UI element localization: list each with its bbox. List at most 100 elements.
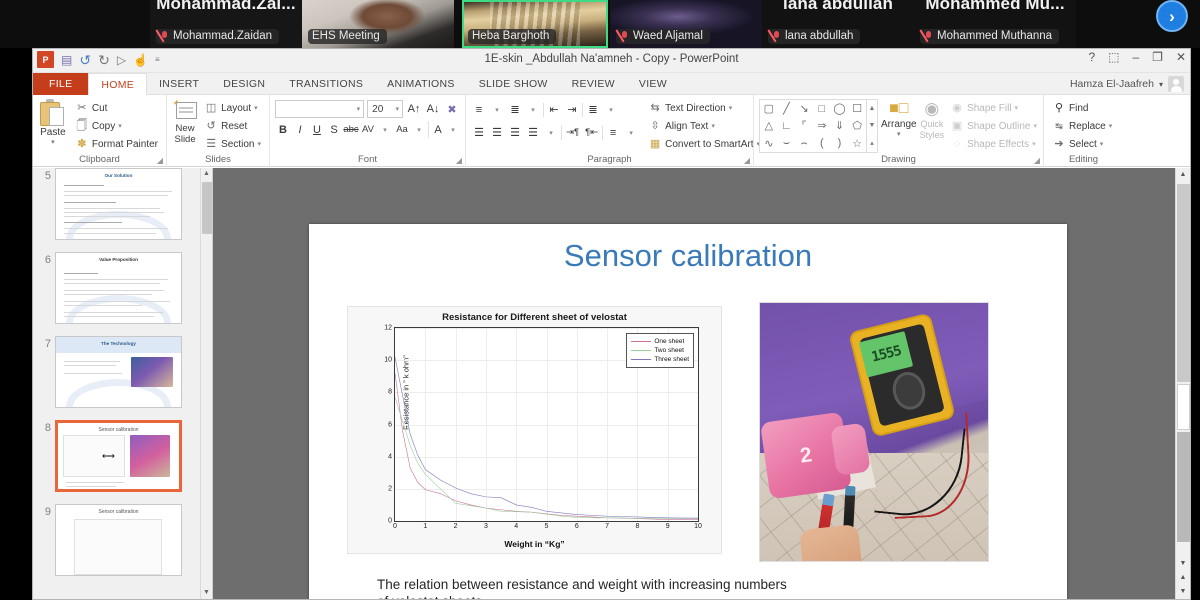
video-tile-1[interactable]: EHS Meeting <box>302 0 454 48</box>
italic-button[interactable]: I <box>292 121 308 138</box>
list-item[interactable]: 7 The Technology <box>33 330 201 414</box>
thumbnail-card[interactable]: The Technology <box>55 336 182 408</box>
bold-button[interactable]: B <box>275 121 291 138</box>
shapes-gallery[interactable]: ▢ ╱ ↘ □ ◯ ☐ △ ∟ ⌜ ⇒ ⇓ ⬠ ∿ ⌣ ⌢ () ☆ <box>759 99 867 153</box>
chevron-down-icon[interactable]: ▾ <box>118 122 122 130</box>
tab-slide-show[interactable]: SLIDE SHOW <box>467 73 560 95</box>
shape-oval-icon[interactable]: ◯ <box>833 102 845 115</box>
shape-rectangle-icon[interactable]: □ <box>818 103 825 115</box>
tab-insert[interactable]: INSERT <box>147 73 211 95</box>
scrollbar-track-lower[interactable] <box>1177 432 1190 542</box>
tab-design[interactable]: DESIGN <box>211 73 277 95</box>
chevron-down-icon[interactable]: ▾ <box>1100 140 1104 148</box>
next-participants-button[interactable]: › <box>1156 0 1188 32</box>
shape-elbow-icon[interactable]: ∟ <box>781 120 792 132</box>
align-center-button[interactable]: ☰ <box>489 124 505 141</box>
list-item[interactable]: 5 Our Solution <box>33 168 201 246</box>
tab-file[interactable]: FILE <box>33 73 89 95</box>
shape-left-brace-icon[interactable]: ( <box>820 137 824 149</box>
justify-button[interactable]: ☰ <box>525 124 541 141</box>
shape-arc-icon[interactable]: ⌣ <box>783 137 790 150</box>
scrollbar-track-upper[interactable] <box>1177 184 1190 382</box>
shape-down-arrow-icon[interactable]: ⇓ <box>835 119 844 132</box>
page-title[interactable]: Sensor calibration <box>309 238 1067 274</box>
shape-triangle-icon[interactable]: △ <box>765 119 773 132</box>
chevron-down-icon[interactable]: ▾ <box>603 101 619 118</box>
layout-button[interactable]: ◫ Layout ▾ <box>201 100 264 116</box>
tab-transitions[interactable]: TRANSITIONS <box>277 73 375 95</box>
shape-fill-button[interactable]: ◉ Shape Fill ▾ <box>947 100 1040 116</box>
decrease-font-size-button[interactable]: A↓ <box>425 101 441 118</box>
tab-view[interactable]: VIEW <box>627 73 679 95</box>
chevron-down-icon[interactable]: ▾ <box>543 124 559 141</box>
chevron-down-icon[interactable]: ▾ <box>395 105 399 113</box>
clear-formatting-button[interactable]: ✖ <box>444 101 460 118</box>
chevron-down-icon[interactable]: ▾ <box>1033 122 1037 130</box>
increase-indent-button[interactable]: ⇥ <box>564 101 580 118</box>
scroll-down-button[interactable]: ▼ <box>201 587 212 599</box>
scrollbar-thumb[interactable] <box>1177 384 1190 430</box>
reset-button[interactable]: ↺ Reset <box>201 118 264 134</box>
align-left-button[interactable]: ☰ <box>471 124 487 141</box>
cut-button[interactable]: ✂ Cut <box>72 100 161 116</box>
clipboard-dialog-launcher[interactable]: ◢ <box>157 156 163 165</box>
align-right-button[interactable]: ☰ <box>507 124 523 141</box>
help-button[interactable]: ? <box>1088 51 1095 63</box>
tab-animations[interactable]: ANIMATIONS <box>375 73 467 95</box>
chevron-down-icon[interactable]: ▾ <box>257 140 261 148</box>
video-tile-2-active-speaker[interactable]: Heba Barghoth <box>462 0 608 48</box>
numbering-button[interactable]: ≣ <box>507 101 523 118</box>
thumbnail-scrollbar[interactable]: ▲ ▼ <box>200 168 212 599</box>
select-button[interactable]: ➔ Select ▾ <box>1049 136 1118 152</box>
chevron-down-icon[interactable]: ▾ <box>445 121 461 138</box>
shape-arrow-icon[interactable]: ↘ <box>800 102 809 115</box>
restore-button[interactable]: ❐ <box>1152 51 1163 63</box>
line-spacing-button[interactable]: ≣ <box>585 101 601 118</box>
align-text-button[interactable]: ⇳ Align Text ▾ <box>645 118 763 134</box>
tab-home[interactable]: HOME <box>88 73 148 96</box>
shape-textbox-icon[interactable]: ▢ <box>764 102 774 115</box>
chevron-down-icon[interactable]: ▾ <box>411 121 427 138</box>
thumbnail-card[interactable]: Our Solution <box>55 168 182 240</box>
thumbnail-card[interactable]: Sensor calibration ⟷ <box>55 420 182 492</box>
list-item-selected[interactable]: 8 Sensor calibration ⟷ <box>33 414 201 498</box>
change-case-button[interactable]: Aa <box>394 121 410 138</box>
ltr-direction-button[interactable]: ⇥¶ <box>564 124 581 141</box>
convert-to-smartart-button[interactable]: ▦ Convert to SmartArt ▾ <box>645 136 763 152</box>
scroll-up-button[interactable]: ▲ <box>1176 168 1190 182</box>
chevron-down-icon[interactable]: ▾ <box>1109 122 1113 130</box>
columns-button[interactable]: ≡ <box>605 124 621 141</box>
slide-caption[interactable]: The relation between resistance and weig… <box>377 576 797 599</box>
list-item[interactable]: 9 Sensor calibration <box>33 498 201 582</box>
chevron-down-icon[interactable]: ▾ <box>729 104 733 112</box>
rtl-direction-button[interactable]: ¶⇤ <box>583 124 600 141</box>
strikethrough-button[interactable]: abc <box>343 121 359 138</box>
user-account-area[interactable]: Hamza El-Jaafreh ▾ <box>1070 76 1184 92</box>
bullets-button[interactable]: ≡ <box>471 101 487 118</box>
font-color-button[interactable]: A <box>428 121 444 138</box>
chevron-down-icon[interactable]: ▾ <box>377 121 393 138</box>
chevron-down-icon[interactable]: ▾ <box>1032 140 1036 148</box>
previous-slide-button[interactable]: ▲ <box>1176 571 1190 585</box>
chevron-down-icon[interactable]: ▾ <box>1159 80 1163 89</box>
chevron-down-icon[interactable]: ▾ <box>489 101 505 118</box>
shape-curve-icon[interactable]: ⌢ <box>801 137 808 150</box>
chevron-down-icon[interactable]: ▾ <box>711 122 715 130</box>
thumbnail-card[interactable]: Value Proposition <box>55 252 182 324</box>
chevron-down-icon[interactable]: ▾ <box>1015 104 1019 112</box>
character-spacing-button[interactable]: AV <box>360 121 376 138</box>
ribbon-display-options-button[interactable]: ⬚ <box>1108 51 1119 63</box>
scroll-up-icon[interactable]: ▲ <box>869 105 876 112</box>
section-button[interactable]: ☰ Section ▾ <box>201 136 264 152</box>
video-tile-3[interactable]: Waed Aljamal <box>610 0 762 48</box>
chevron-down-icon[interactable]: ▾ <box>897 130 901 138</box>
font-dialog-launcher[interactable]: ◢ <box>456 156 462 165</box>
font-size-input[interactable]: 20 ▾ <box>367 100 403 118</box>
scroll-up-button[interactable]: ▲ <box>201 168 212 180</box>
scroll-down-icon[interactable]: ▼ <box>869 122 876 129</box>
chevron-down-icon[interactable]: ▾ <box>357 105 361 113</box>
shape-effects-button[interactable]: ◌ Shape Effects ▾ <box>947 136 1040 152</box>
tab-review[interactable]: REVIEW <box>560 73 627 95</box>
shapes-more-icon[interactable]: ▴ <box>870 139 874 147</box>
multimeter-velostat-photo[interactable]: 1555 2 <box>759 302 989 562</box>
